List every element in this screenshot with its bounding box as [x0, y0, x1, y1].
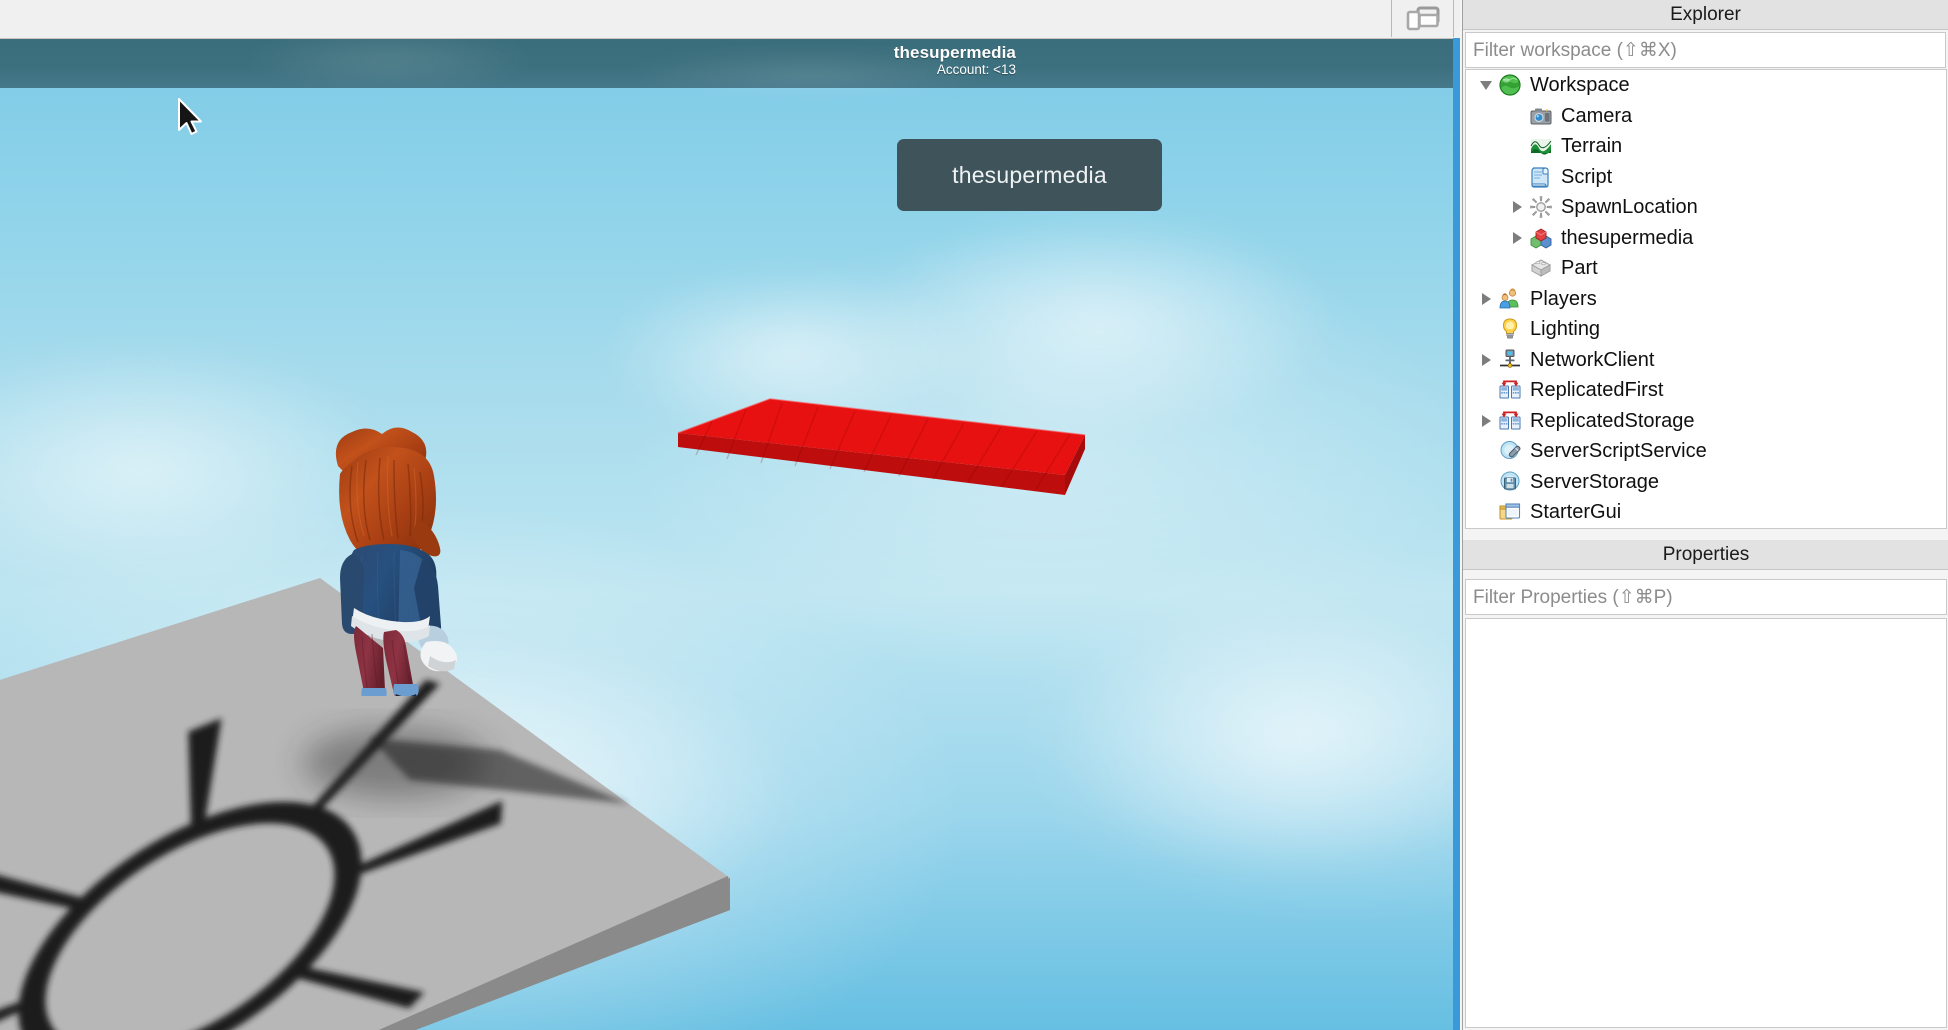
explorer-panel-title: Explorer — [1463, 0, 1948, 30]
player-name-label: thesupermedia — [893, 43, 1016, 62]
explorer-item-lighting[interactable]: Lighting — [1466, 314, 1946, 345]
explorer-filter-input[interactable]: Filter workspace (⇧⌘X) — [1465, 32, 1946, 68]
explorer-item-serverstorage[interactable]: ServerStorage — [1466, 467, 1946, 498]
explorer-item-label: SpawnLocation — [1561, 196, 1698, 219]
explorer-item-serverscriptservice[interactable]: ServerScriptService — [1466, 436, 1946, 467]
part-brick-icon — [1529, 256, 1553, 280]
player-nametag: thesupermedia — [897, 139, 1162, 211]
explorer-item-part[interactable]: Part — [1466, 253, 1946, 284]
startergui-icon — [1498, 500, 1522, 524]
explorer-item-replicatedfirst[interactable]: ReplicatedFirst — [1466, 375, 1946, 406]
lighting-bulb-icon — [1498, 317, 1522, 341]
explorer-item-label: ServerScriptService — [1530, 440, 1707, 463]
studio-window: thesupermedia Account: <13 thesupermedia… — [0, 0, 1948, 1030]
replicated-icon — [1498, 409, 1522, 433]
explorer-item-label: thesupermedia — [1561, 226, 1694, 249]
device-emulation-icon — [1406, 6, 1440, 32]
viewport-area: thesupermedia Account: <13 thesupermedia — [0, 0, 1462, 1030]
explorer-filter-placeholder: Filter workspace (⇧⌘X) — [1473, 39, 1677, 61]
3d-viewport[interactable]: thesupermedia Account: <13 thesupermedia — [0, 38, 1453, 1030]
mouse-cursor — [178, 98, 204, 136]
chevron-right-icon[interactable] — [1507, 197, 1527, 217]
explorer-item-replicatedstorage[interactable]: ReplicatedStorage — [1466, 406, 1946, 437]
chevron-right-icon[interactable] — [1476, 411, 1496, 431]
explorer-item-terrain[interactable]: Terrain — [1466, 131, 1946, 162]
explorer-item-label: Camera — [1561, 104, 1633, 127]
serverscriptservice-icon — [1498, 439, 1522, 463]
explorer-item-startergui[interactable]: StarterGui — [1466, 497, 1946, 528]
explorer-item-label: NetworkClient — [1530, 348, 1655, 371]
explorer-item-spawnlocation[interactable]: SpawnLocation — [1466, 192, 1946, 223]
chevron-right-icon[interactable] — [1507, 228, 1527, 248]
player-account-label: Account: <13 — [936, 62, 1016, 78]
player-character-avatar[interactable] — [318, 426, 483, 707]
explorer-tree[interactable]: Workspace Camera Terrain Script SpawnLocatio… — [1465, 69, 1947, 529]
band-cloud — [240, 38, 540, 91]
red-part-object[interactable] — [660, 383, 1100, 518]
explorer-item-players[interactable]: Players — [1466, 284, 1946, 315]
explorer-item-networkclient[interactable]: NetworkClient — [1466, 345, 1946, 376]
terrain-icon — [1529, 134, 1553, 158]
script-icon — [1529, 165, 1553, 189]
properties-list[interactable] — [1465, 618, 1947, 1028]
player-nametag-label: thesupermedia — [952, 161, 1107, 188]
explorer-item-label: Script — [1561, 165, 1613, 188]
properties-filter-placeholder: Filter Properties (⇧⌘P) — [1473, 586, 1673, 608]
right-dock: Explorer Filter workspace (⇧⌘X) Workspac… — [1462, 0, 1948, 1030]
spawnlocation-icon — [1529, 195, 1553, 219]
explorer-item-thesupermedia[interactable]: thesupermedia — [1466, 223, 1946, 254]
networkclient-icon — [1498, 348, 1522, 372]
explorer-item-label: Part — [1561, 257, 1598, 280]
explorer-item-label: Lighting — [1530, 318, 1601, 341]
explorer-item-workspace[interactable]: Workspace — [1466, 70, 1946, 101]
explorer-item-label: Terrain — [1561, 135, 1623, 158]
explorer-item-script[interactable]: Script — [1466, 162, 1946, 193]
properties-filter-input[interactable]: Filter Properties (⇧⌘P) — [1465, 579, 1947, 615]
replicated-icon — [1498, 378, 1522, 402]
workspace-globe-icon — [1498, 73, 1522, 97]
device-emulation-button[interactable] — [1391, 0, 1454, 37]
explorer-item-label: ServerStorage — [1530, 470, 1659, 493]
player-info-block: thesupermedia Account: <13 — [894, 43, 1016, 77]
properties-panel-title: Properties — [1463, 540, 1948, 570]
explorer-item-label: ReplicatedStorage — [1530, 409, 1695, 432]
players-icon — [1498, 287, 1522, 311]
viewport-right-border — [1453, 38, 1460, 1030]
model-icon — [1529, 226, 1553, 250]
player-overlay-band: thesupermedia Account: <13 — [0, 38, 1453, 99]
explorer-item-label: Players — [1530, 287, 1597, 310]
explorer-item-label: Workspace — [1530, 74, 1630, 97]
explorer-item-camera[interactable]: Camera — [1466, 101, 1946, 132]
explorer-item-label: ReplicatedFirst — [1530, 379, 1664, 402]
chevron-down-icon[interactable] — [1476, 75, 1496, 95]
camera-icon — [1529, 104, 1553, 128]
explorer-item-label: StarterGui — [1530, 501, 1622, 524]
chevron-right-icon[interactable] — [1476, 289, 1496, 309]
top-toolbar-strip — [0, 0, 1462, 38]
chevron-right-icon[interactable] — [1476, 350, 1496, 370]
serverstorage-icon — [1498, 470, 1522, 494]
